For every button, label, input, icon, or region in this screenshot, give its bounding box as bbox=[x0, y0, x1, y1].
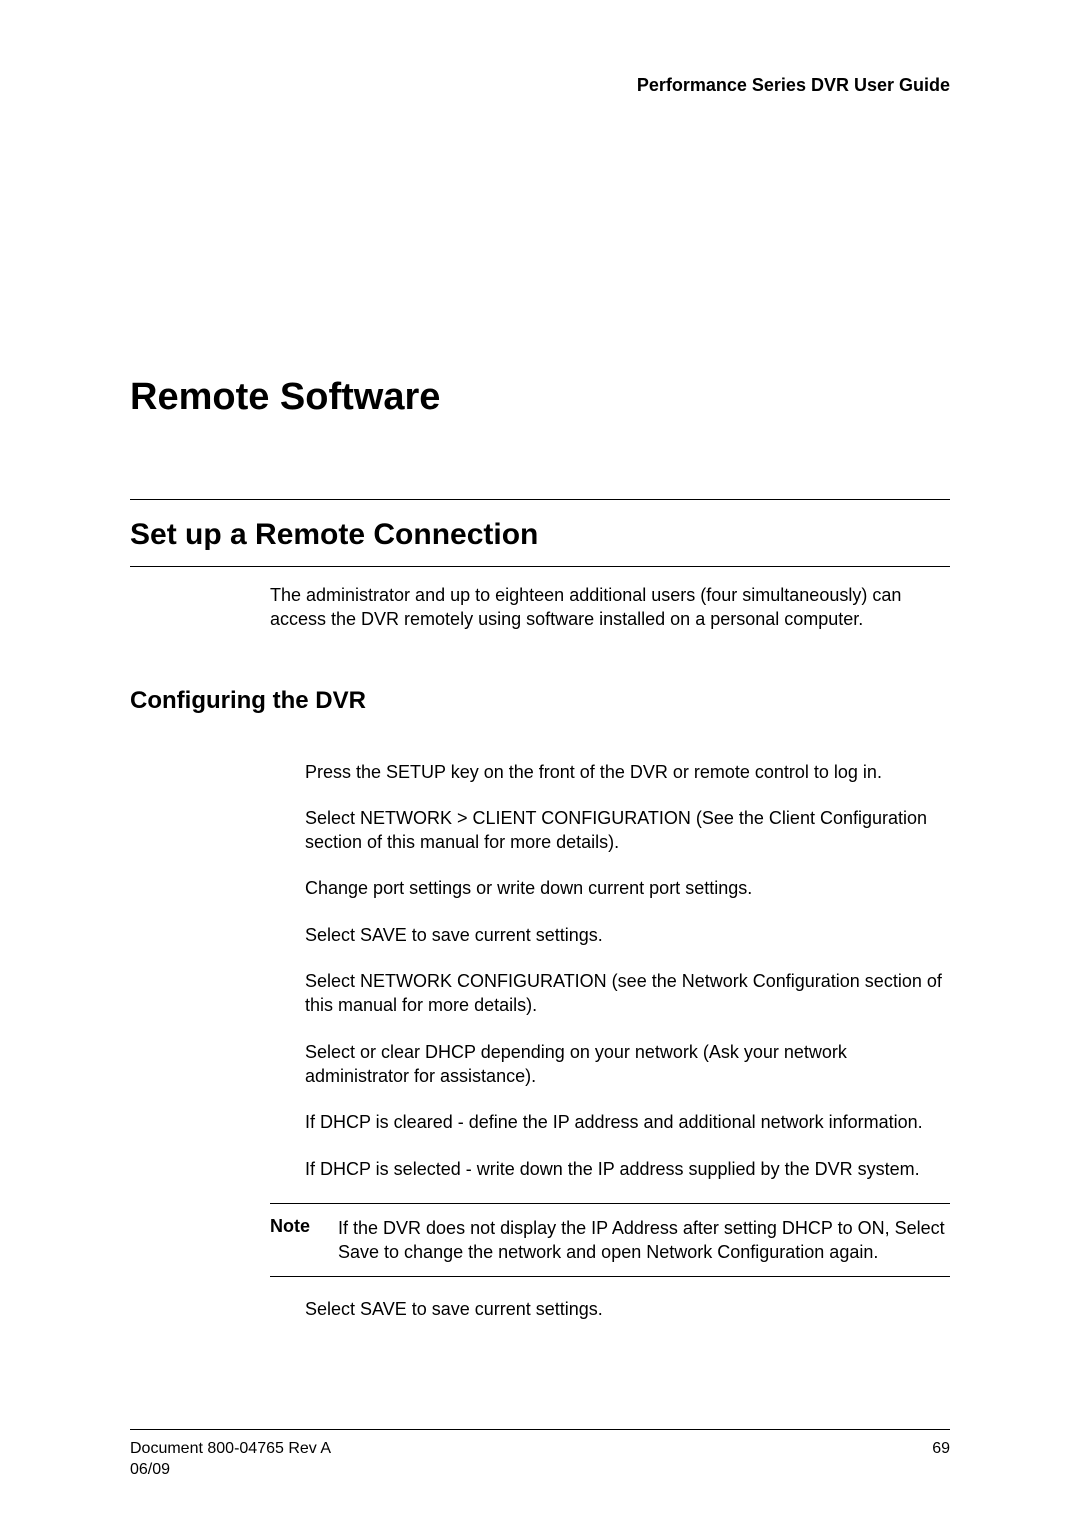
document-id: Document 800-04765 Rev A bbox=[130, 1440, 331, 1458]
note-text: If the DVR does not display the IP Addre… bbox=[338, 1216, 950, 1265]
guide-title: Performance Series DVR User Guide bbox=[637, 75, 950, 95]
after-note-text: Select SAVE to save current settings. bbox=[305, 1299, 950, 1320]
step-item: If DHCP is selected - write down the IP … bbox=[305, 1157, 950, 1181]
section-divider-bottom bbox=[130, 566, 950, 567]
section-divider-top bbox=[130, 499, 950, 500]
step-item: Change port settings or write down curre… bbox=[305, 876, 950, 900]
page-footer: Document 800-04765 Rev A 69 06/09 bbox=[130, 1429, 950, 1479]
note-label: Note bbox=[270, 1216, 320, 1265]
subsection-title: Configuring the DVR bbox=[130, 687, 950, 715]
step-item: If DHCP is cleared - define the IP addre… bbox=[305, 1110, 950, 1134]
footer-row: Document 800-04765 Rev A 69 bbox=[130, 1440, 950, 1458]
footer-date: 06/09 bbox=[130, 1461, 950, 1479]
page-container: Performance Series DVR User Guide Remote… bbox=[0, 0, 1080, 1534]
step-item: Select or clear DHCP depending on your n… bbox=[305, 1040, 950, 1089]
step-item: Select SAVE to save current settings. bbox=[305, 923, 950, 947]
page-header: Performance Series DVR User Guide bbox=[130, 75, 950, 96]
note-block: Note If the DVR does not display the IP … bbox=[270, 1203, 950, 1278]
section-title: Set up a Remote Connection bbox=[130, 518, 950, 552]
chapter-title: Remote Software bbox=[130, 376, 950, 419]
section-intro-text: The administrator and up to eighteen add… bbox=[270, 583, 950, 632]
step-item: Select NETWORK CONFIGURATION (see the Ne… bbox=[305, 969, 950, 1018]
step-list: Press the SETUP key on the front of the … bbox=[305, 760, 950, 1181]
footer-divider bbox=[130, 1429, 950, 1430]
step-item: Select NETWORK > CLIENT CONFIGURATION (S… bbox=[305, 806, 950, 855]
step-item: Press the SETUP key on the front of the … bbox=[305, 760, 950, 784]
page-number: 69 bbox=[932, 1440, 950, 1458]
